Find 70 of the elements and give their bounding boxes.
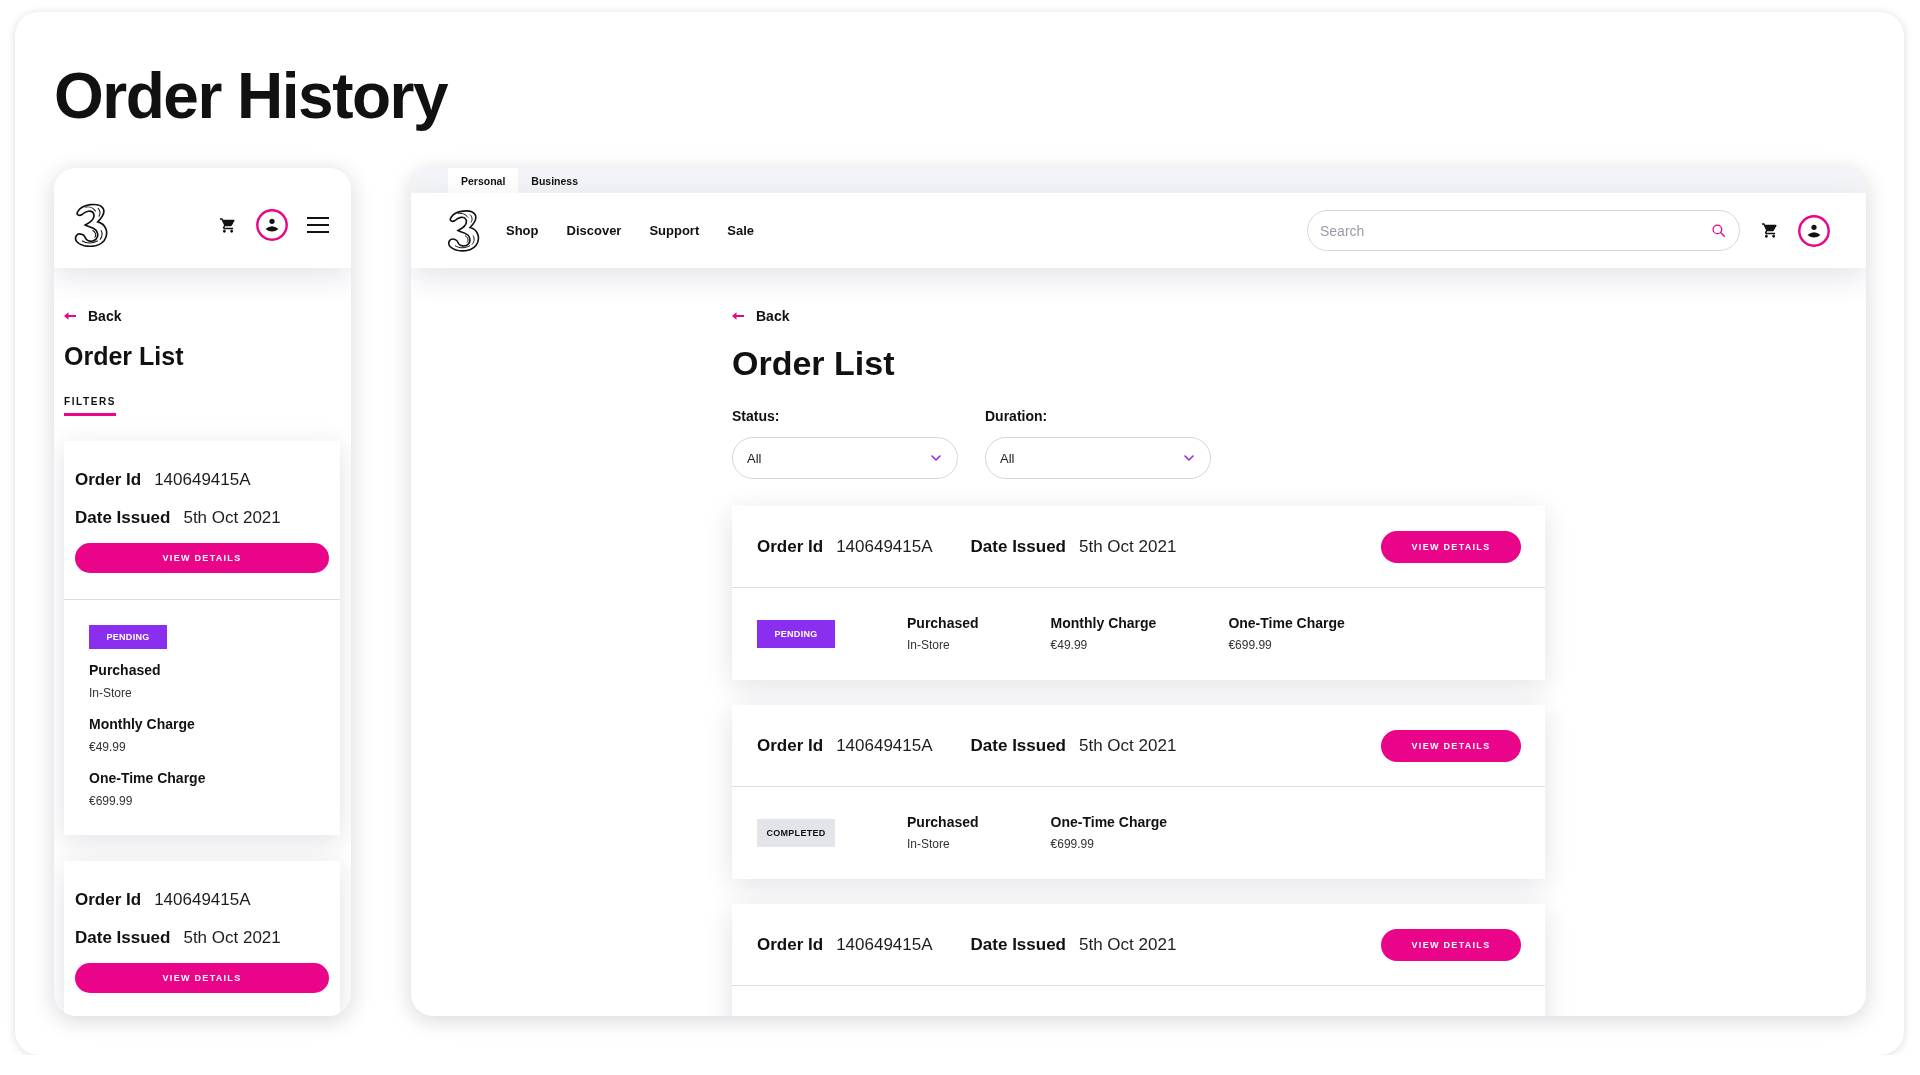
field-value: In-Store [907,637,950,654]
tab[interactable]: Business [518,168,592,193]
nav-link[interactable]: Discover [566,223,622,238]
search-icon[interactable] [1712,224,1725,237]
order-id: 140649415A [836,536,933,557]
menu-icon[interactable] [307,217,329,233]
date-label: Date Issued [75,927,171,949]
user-icon[interactable] [1798,214,1830,247]
date-value: 5th Oct 2021 [183,927,281,949]
page-heading: Order List [64,341,184,371]
view-details-button[interactable]: VIEW DETAILS [75,963,329,993]
view-details-button[interactable]: VIEW DETAILS [75,543,329,573]
field-label: One-Time Charge [1228,614,1345,632]
cart-icon[interactable] [220,217,236,233]
arrow-left-icon [64,312,76,320]
status-badge: PENDING [89,625,167,649]
status-badge: COMPLETED [757,819,835,847]
date-label: Date Issued [970,536,1066,557]
field-label: Purchased [907,614,979,632]
order-id-label: Order Id [75,469,142,491]
chevron-down-icon [931,455,941,461]
field-value: €699.99 [1050,836,1094,853]
field-value: In-Store [89,685,132,702]
nav-link[interactable]: Shop [506,223,539,238]
field-label: Monthly Charge [1050,614,1157,632]
order-id: 140649415A [154,469,251,491]
date-value: 5th Oct 2021 [1079,735,1177,756]
field-label: Purchased [907,813,979,831]
order-id-label: Order Id [75,889,142,911]
filter-label: Duration: [985,407,1048,425]
user-icon[interactable] [256,209,288,241]
field-label: Purchased [89,661,161,679]
date-label: Date Issued [75,507,171,529]
view-details-button[interactable]: VIEW DETAILS [1381,530,1521,563]
field-value: In-Store [907,836,950,853]
order-id: 140649415A [836,934,933,955]
filters-toggle[interactable]: FILTERS [64,395,117,416]
field-value: €699.99 [1228,637,1272,654]
field-label: One-Time Charge [89,769,206,787]
back-link[interactable]: Back [732,306,790,326]
back-link[interactable]: Back [64,306,122,326]
field-value: €49.99 [1050,637,1088,654]
order-id: 140649415A [154,889,251,911]
order-id-label: Order Id [757,735,824,756]
chevron-down-icon [1184,455,1194,461]
field-label: One-Time Charge [1050,813,1168,831]
date-label: Date Issued [970,735,1066,756]
date-label: Date Issued [970,934,1066,955]
order-id-label: Order Id [757,536,824,557]
logo-icon[interactable] [73,203,110,247]
page-heading: Order List [732,343,895,383]
field-value: €699.99 [89,793,133,810]
field-value: €49.99 [89,739,126,756]
field-label: Monthly Charge [89,715,195,733]
date-value: 5th Oct 2021 [1079,536,1177,557]
filter-label: Status: [732,407,780,425]
cart-icon[interactable] [1762,223,1778,238]
view-details-button[interactable]: VIEW DETAILS [1381,928,1521,961]
order-id: 140649415A [836,735,933,756]
arrow-left-icon [732,312,744,320]
status-badge: PENDING [757,620,835,648]
date-value: 5th Oct 2021 [183,507,281,529]
tab[interactable]: Personal [448,168,519,193]
search-field[interactable]: Search [1307,210,1740,251]
view-details-button[interactable]: VIEW DETAILS [1381,729,1521,762]
nav-link[interactable]: Sale [727,223,754,238]
date-value: 5th Oct 2021 [1079,934,1177,955]
logo-icon[interactable] [447,209,481,252]
order-id-label: Order Id [757,934,824,955]
nav-link[interactable]: Support [649,223,700,238]
